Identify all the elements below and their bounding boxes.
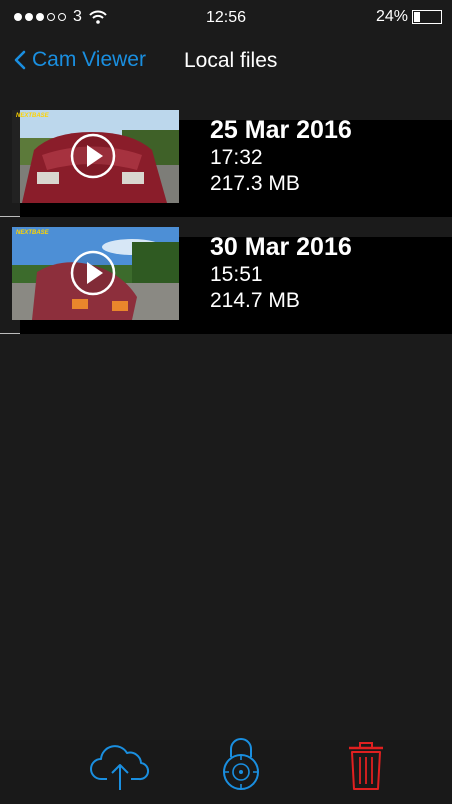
page-title: Local files <box>184 49 278 72</box>
status-bar: 3 12:56 24% <box>0 0 452 36</box>
battery-fill <box>414 12 420 22</box>
cloud-upload-icon <box>90 745 150 790</box>
trash-icon <box>349 742 383 790</box>
file-info: 25 Mar 2016 17:32 217.3 MB <box>210 115 352 197</box>
play-icon[interactable] <box>70 250 116 296</box>
brand-watermark: NEXTBASE <box>16 113 49 119</box>
file-list: NEXTBASE 25 Mar 2016 17:32 217.3 MB NEXT… <box>0 100 452 334</box>
delete-button[interactable] <box>346 741 386 796</box>
upload-button[interactable] <box>89 743 151 796</box>
file-date: 30 Mar 2016 <box>210 233 352 261</box>
chevron-left-icon <box>14 50 26 70</box>
file-row[interactable]: NEXTBASE 30 Mar 2016 15:51 214.7 MB <box>0 217 452 334</box>
brand-watermark: NEXTBASE <box>16 230 49 236</box>
file-size: 217.3 MB <box>210 172 300 195</box>
padlock-icon <box>223 738 259 790</box>
battery-indicator: 24% <box>376 8 442 26</box>
file-info: 30 Mar 2016 15:51 214.7 MB <box>210 232 352 314</box>
back-button[interactable]: Cam Viewer <box>14 48 146 72</box>
file-time: 17:32 <box>210 146 263 169</box>
battery-percent: 24% <box>375 8 408 25</box>
file-date: 25 Mar 2016 <box>210 116 352 144</box>
bottom-toolbar <box>0 738 452 804</box>
battery-icon <box>412 10 442 24</box>
protect-button[interactable] <box>219 735 263 796</box>
nav-bar: Cam Viewer Local files <box>0 40 452 84</box>
file-row[interactable]: NEXTBASE 25 Mar 2016 17:32 217.3 MB <box>0 100 452 217</box>
video-thumbnail[interactable]: NEXTBASE <box>12 110 179 203</box>
play-icon[interactable] <box>70 133 116 179</box>
video-thumbnail[interactable]: NEXTBASE <box>12 227 179 320</box>
file-time: 15:51 <box>210 263 263 286</box>
file-size: 214.7 MB <box>210 289 300 312</box>
back-button-label: Cam Viewer <box>32 48 146 71</box>
